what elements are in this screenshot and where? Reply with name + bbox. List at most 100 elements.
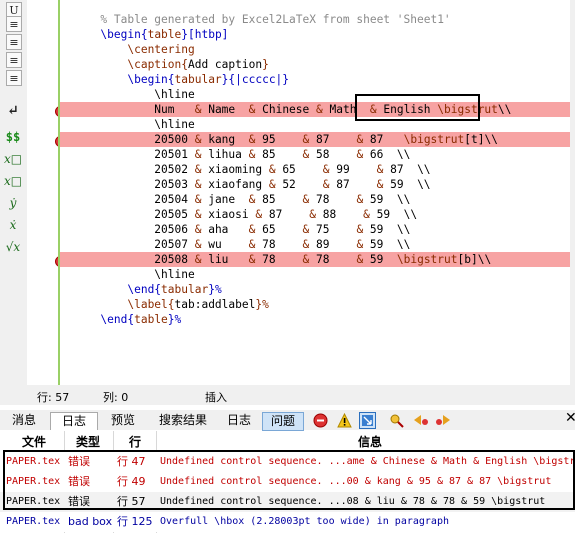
code-token: } bbox=[262, 58, 269, 71]
display-math-icon[interactable]: $$ bbox=[4, 128, 22, 146]
code-token: }[htbp] bbox=[181, 28, 229, 41]
code-token: \hline bbox=[154, 118, 195, 131]
code-token: Name bbox=[201, 103, 249, 116]
code-token: & bbox=[309, 208, 317, 221]
code-token: 78 bbox=[255, 238, 303, 251]
next-error-icon[interactable] bbox=[434, 412, 451, 429]
vector-icon[interactable]: ẋ bbox=[4, 216, 22, 234]
tab-messages[interactable]: 消息 bbox=[4, 412, 44, 429]
code-line[interactable]: % Table generated by Excel2LaTeX from sh… bbox=[60, 12, 570, 27]
code-token: 85 bbox=[255, 148, 303, 161]
log-line-cell: 行 125 bbox=[117, 515, 153, 528]
code-line[interactable]: \begin{tabular}{|ccccc|} bbox=[60, 72, 570, 87]
code-token: \label{ bbox=[127, 298, 175, 311]
code-token: 99 bbox=[329, 163, 377, 176]
align-justify-icon[interactable]: ≡ bbox=[6, 70, 22, 86]
code-token: 20506 bbox=[154, 223, 195, 236]
code-token: 66 \\ bbox=[363, 148, 411, 161]
code-line[interactable]: \begin{table}[htbp] bbox=[60, 27, 570, 42]
code-token: 20500 bbox=[154, 133, 195, 146]
header-type[interactable]: 类型 bbox=[76, 433, 100, 450]
tab-search-results[interactable]: 搜索结果 bbox=[150, 412, 216, 429]
code-token: \\ bbox=[497, 103, 512, 116]
code-line[interactable]: \hline bbox=[60, 87, 570, 102]
code-token: \bigstrut bbox=[396, 253, 458, 266]
code-line[interactable]: 20506 & aha & 65 & 75 & 59 \\ bbox=[60, 222, 570, 237]
subscript-icon[interactable]: x□ bbox=[4, 150, 22, 168]
code-token: 59 \\ bbox=[383, 178, 431, 191]
header-line[interactable]: 行 bbox=[129, 433, 141, 450]
code-token: 87 bbox=[329, 178, 377, 191]
close-panel-icon[interactable]: ✕ bbox=[565, 410, 575, 426]
code-token: 20503 bbox=[154, 178, 195, 191]
code-line[interactable]: 20502 & xiaoming & 65 & 99 & 87 \\ bbox=[60, 162, 570, 177]
code-line[interactable]: 20500 & kang & 95 & 87 & 87 \bigstrut[t]… bbox=[60, 132, 570, 147]
code-editor[interactable]: % Table generated by Excel2LaTeX from sh… bbox=[60, 0, 570, 385]
code-token: 58 bbox=[309, 148, 357, 161]
code-token: [b]\\ bbox=[457, 253, 492, 266]
code-token: 78 bbox=[309, 193, 357, 206]
code-line[interactable]: 20504 & jane & 85 & 78 & 59 \\ bbox=[60, 192, 570, 207]
code-token: \end{ bbox=[127, 283, 162, 296]
log-row[interactable]: PAPER.tex bad box 行 125 Overfull \hbox (2.2… bbox=[0, 512, 575, 532]
tab-log[interactable]: 日志 bbox=[50, 412, 98, 430]
status-bar: 行: 57 列: 0 插入 bbox=[0, 385, 575, 405]
code-token: tabular bbox=[174, 73, 222, 86]
align-right-icon[interactable]: ≡ bbox=[6, 52, 22, 68]
code-token: table bbox=[134, 313, 168, 326]
tab-log-view[interactable]: 日志 bbox=[222, 412, 256, 429]
code-line[interactable]: \end{table}% bbox=[60, 312, 570, 327]
highlight-box bbox=[355, 94, 480, 121]
header-message[interactable]: 信息 bbox=[358, 433, 382, 450]
code-token: 20504 bbox=[154, 193, 195, 206]
header-file[interactable]: 文件 bbox=[22, 433, 46, 450]
align-left-icon[interactable]: ≡ bbox=[6, 16, 22, 32]
code-token: }% bbox=[167, 313, 182, 326]
cursor-column: 列: 0 bbox=[103, 391, 129, 404]
code-line[interactable]: 20507 & wu & 78 & 89 & 59 \\ bbox=[60, 237, 570, 252]
code-line[interactable]: Num & Name & Chinese & Math & English \b… bbox=[60, 102, 570, 117]
code-token: 52 bbox=[275, 178, 323, 191]
code-line[interactable]: 20501 & lihua & 85 & 58 & 66 \\ bbox=[60, 147, 570, 162]
show-badboxes-icon[interactable] bbox=[359, 412, 376, 429]
newline-icon[interactable]: ↵ bbox=[4, 102, 22, 120]
code-token: 75 bbox=[309, 223, 357, 236]
previous-error-icon[interactable] bbox=[412, 412, 429, 429]
code-line[interactable]: \hline bbox=[60, 267, 570, 282]
code-token: \centering bbox=[127, 43, 195, 56]
code-token: [t]\\ bbox=[464, 133, 498, 146]
code-line[interactable]: \end{tabular}% bbox=[60, 282, 570, 297]
code-token: 89 bbox=[309, 238, 357, 251]
format-toolbar: U ≡ ≡ ≡ ≡ ↵ $$ x□ x□ ẏ ẋ √x bbox=[0, 0, 27, 385]
superscript-icon[interactable]: x□ bbox=[4, 172, 22, 190]
code-token: & bbox=[268, 163, 276, 176]
code-token: 65 bbox=[255, 223, 303, 236]
code-token: xiaoming bbox=[201, 163, 269, 176]
sqrt-icon[interactable]: √x bbox=[4, 238, 22, 256]
code-line[interactable]: 20503 & xiaofang & 52 & 87 & 59 \\ bbox=[60, 177, 570, 192]
log-search-icon[interactable] bbox=[388, 412, 405, 429]
dot-accent-icon[interactable]: ẏ bbox=[4, 194, 22, 212]
code-line[interactable]: \label{tab:addlabel}% bbox=[60, 297, 570, 312]
code-line[interactable]: \hline bbox=[60, 117, 570, 132]
code-line[interactable]: 20505 & xiaosi & 87 & 88 & 59 \\ bbox=[60, 207, 570, 222]
code-line[interactable]: 20508 & liu & 78 & 78 & 59 \bigstrut[b]\… bbox=[60, 252, 570, 267]
code-token: }{|ccccc|} bbox=[221, 73, 290, 86]
code-line[interactable]: \caption{Add caption} bbox=[60, 57, 570, 72]
code-token: xiaosi bbox=[201, 208, 256, 221]
output-tabbar: 消息 日志 预览 搜索结果 日志 问题 bbox=[0, 410, 575, 431]
code-token: tabular bbox=[161, 283, 209, 296]
code-token: 59 \\ bbox=[363, 193, 411, 206]
code-token: lihua bbox=[201, 148, 249, 161]
code-line[interactable]: \centering bbox=[60, 42, 570, 57]
align-center-icon[interactable]: ≡ bbox=[6, 34, 22, 50]
show-warnings-icon[interactable] bbox=[336, 412, 353, 429]
code-token: }% bbox=[255, 298, 269, 311]
code-token: 78 bbox=[255, 253, 303, 266]
show-errors-icon[interactable] bbox=[312, 412, 329, 429]
tab-preview[interactable]: 预览 bbox=[101, 412, 145, 429]
tab-problems[interactable]: 问题 bbox=[262, 412, 304, 431]
log-file-cell: PAPER.tex bbox=[6, 516, 61, 527]
code-token: 95 bbox=[255, 133, 303, 146]
editor-scrollbar[interactable] bbox=[570, 0, 575, 385]
